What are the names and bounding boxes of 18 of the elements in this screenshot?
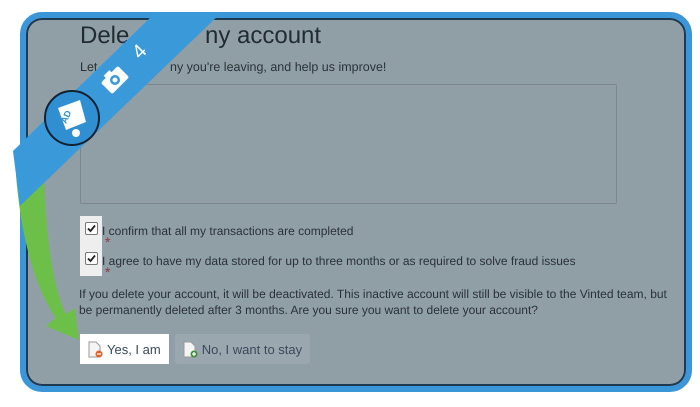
confirm-button[interactable]: Yes, I am <box>80 334 169 364</box>
cancel-button[interactable]: No, I want to stay <box>174 334 310 364</box>
checkbox-label: I agree to have my data stored for up to three months or as required to solve fraud issues <box>102 254 576 268</box>
checkbox[interactable] <box>84 252 98 265</box>
required-mark: * <box>105 268 110 276</box>
page-title: ny account <box>205 22 322 50</box>
intro-text: ny you're leaving, and help us improve! <box>170 60 388 74</box>
step-number: 4 <box>128 40 152 64</box>
feedback-field[interactable] <box>80 84 617 204</box>
intro-text: Let <box>80 60 98 74</box>
required-mark: * <box>105 238 110 246</box>
truck-badge: AD <box>44 90 100 146</box>
checkbox[interactable] <box>84 222 98 235</box>
file-add-icon <box>182 340 198 358</box>
warning-text: If you delete your account, it will be deactivated. This inactive account will still be visible to the Vinted team, but be permanently deleted after 3 months. Are you sure you want to delete your account? <box>79 286 668 318</box>
page-title: Dele <box>80 22 130 50</box>
file-remove-icon <box>88 340 103 358</box>
checkbox-label: I confirm that all my transactions are completed <box>102 224 354 238</box>
